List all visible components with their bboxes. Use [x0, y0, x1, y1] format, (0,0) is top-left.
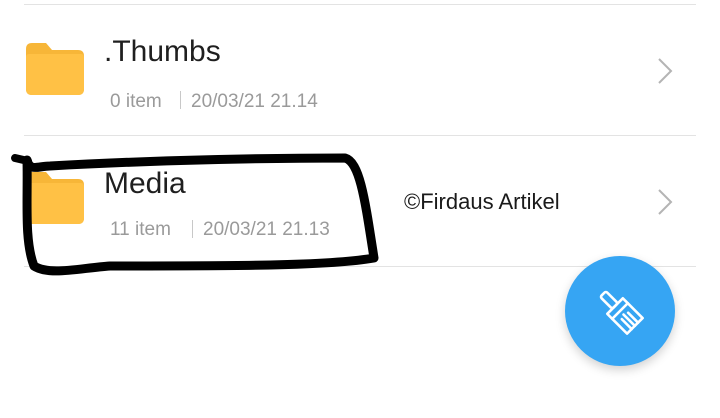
list-item-thumbs[interactable]: .Thumbs 0 item 20/03/21 21.14	[0, 5, 720, 135]
item-name: Media	[104, 167, 186, 200]
folder-icon	[26, 172, 84, 224]
item-count: 11 item	[110, 219, 171, 240]
folder-icon	[26, 43, 84, 95]
item-count: 0 item	[110, 91, 162, 112]
watermark-text: ©Firdaus Artikel	[404, 189, 560, 214]
clean-brush-icon	[599, 290, 644, 335]
list-item-media[interactable]: Media 11 item 20/03/21 21.13	[0, 136, 720, 266]
meta-separator	[192, 220, 193, 238]
chevron-right-icon	[658, 58, 673, 84]
item-name: .Thumbs	[104, 35, 221, 68]
meta-separator	[180, 91, 181, 109]
item-modified-date: 20/03/21 21.14	[191, 91, 318, 112]
item-modified-date: 20/03/21 21.13	[203, 219, 330, 240]
chevron-right-icon	[658, 189, 673, 215]
clean-button[interactable]	[565, 256, 675, 366]
